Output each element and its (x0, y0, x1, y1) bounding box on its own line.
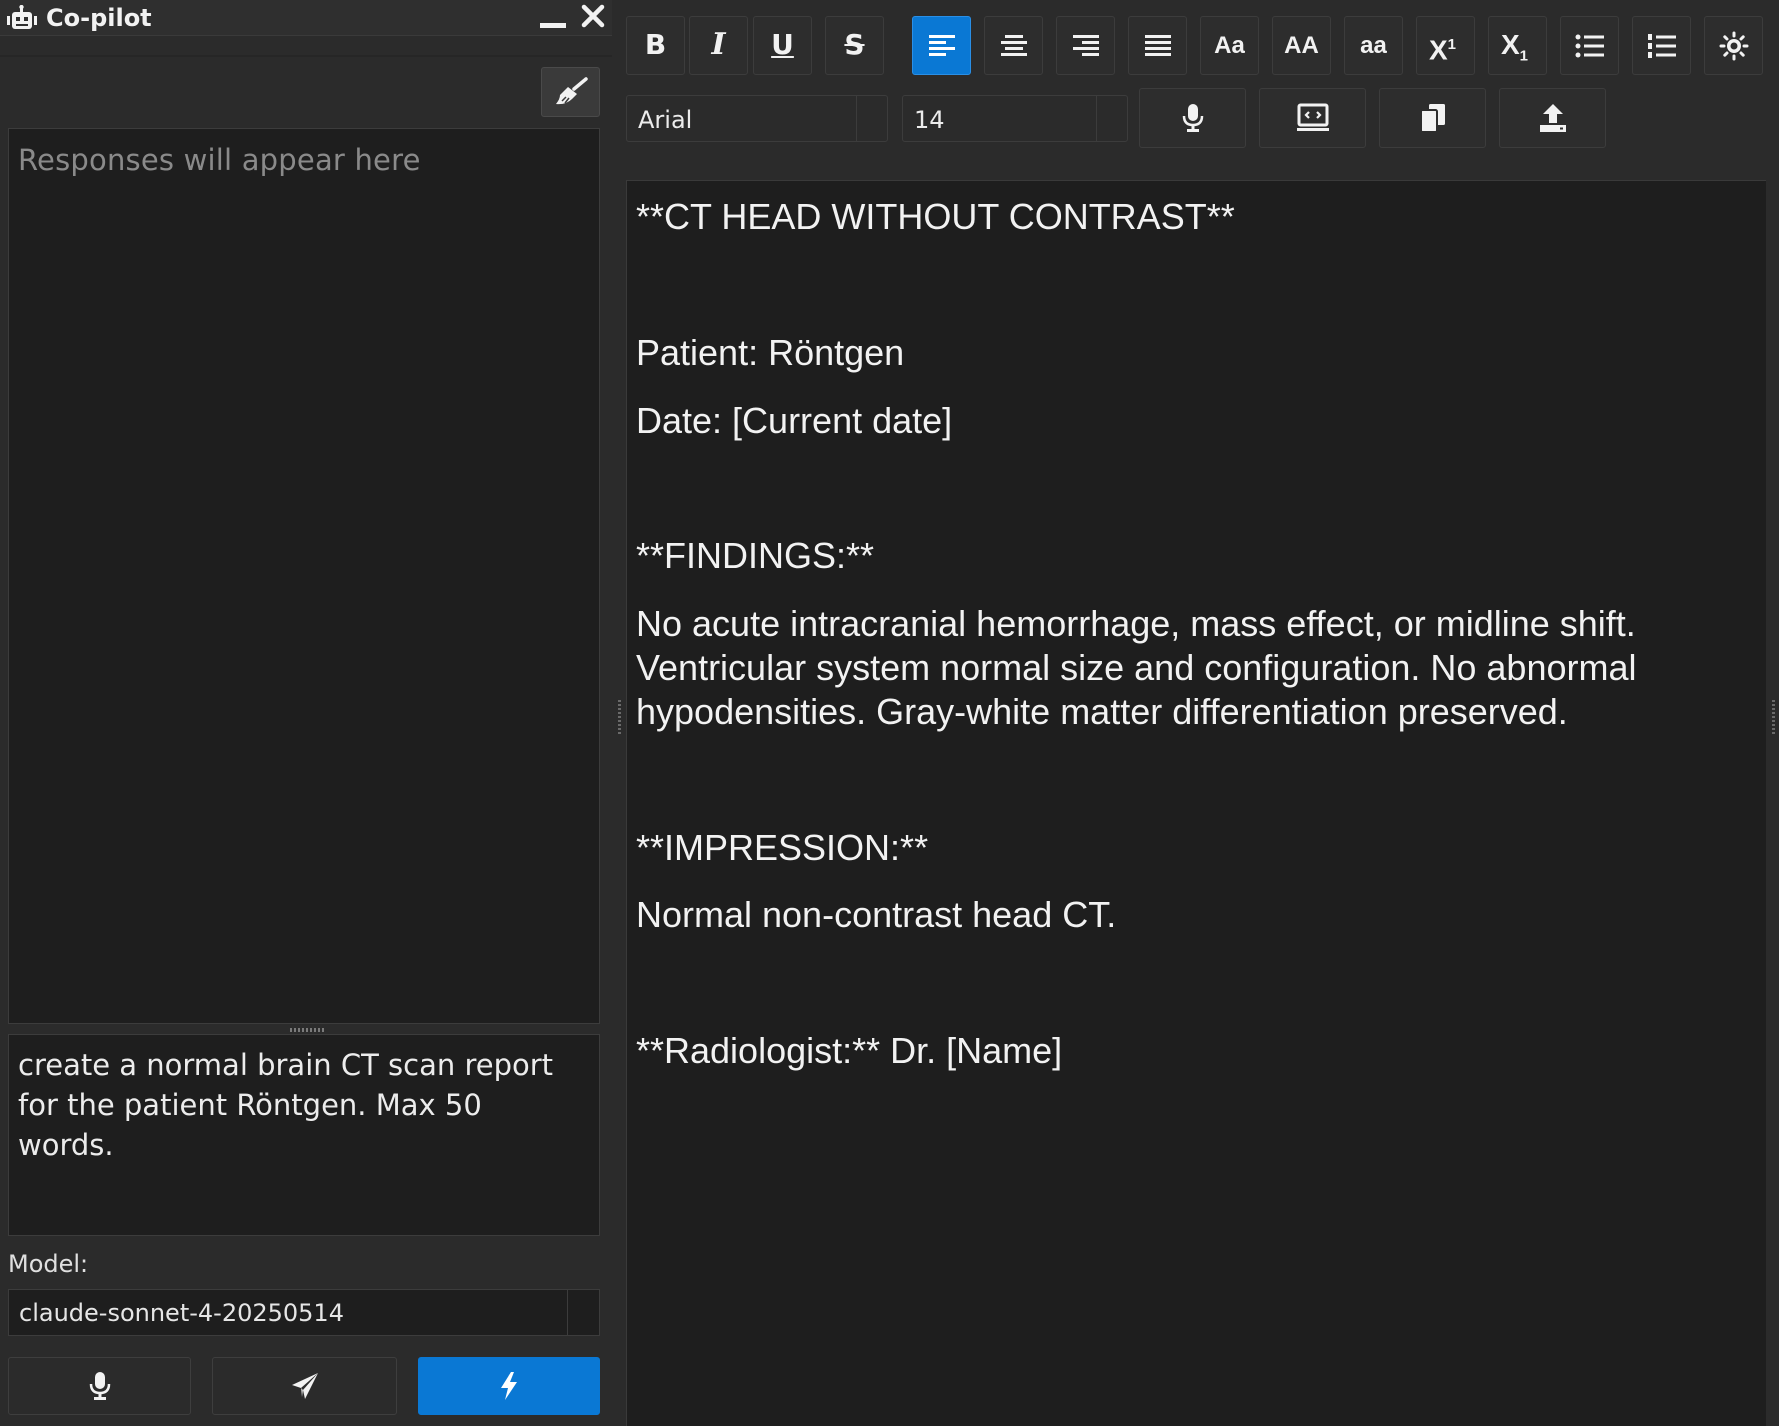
document-editor[interactable]: **CT HEAD WITHOUT CONTRAST** Patient: Rö… (626, 180, 1766, 1426)
sentence-case-label: Aa (1214, 32, 1245, 59)
screen-capture-button[interactable] (1259, 88, 1366, 148)
copilot-titlebar: Co-pilot (0, 0, 612, 36)
dropdown-divider (567, 1290, 568, 1335)
bold-button[interactable]: B (626, 16, 685, 75)
microphone-icon (1182, 104, 1203, 132)
lowercase-label: aa (1360, 32, 1387, 59)
strikethrough-button[interactable]: S (825, 16, 884, 75)
clear-responses-button[interactable] (541, 67, 600, 117)
align-right-icon (1072, 34, 1099, 56)
send-icon (291, 1373, 318, 1399)
copy-icon (1419, 104, 1445, 133)
date-line: Date: [Current date] (636, 400, 953, 441)
subscript-base: X (1500, 29, 1520, 60)
superscript-button[interactable]: X1 (1416, 16, 1475, 75)
response-area[interactable]: Responses will appear here (8, 128, 600, 1024)
copy-button[interactable] (1379, 88, 1486, 148)
broom-icon (556, 77, 588, 105)
radiologist-line: **Radiologist:** Dr. [Name] (636, 1030, 1063, 1071)
editor-area: B I U S Aa AA aa X1 X1 Arial 14 **CT HEA… (626, 0, 1779, 1426)
copilot-title: Co-pilot (46, 4, 152, 32)
prompt-input[interactable]: create a normal brain CT scan report for… (8, 1034, 600, 1236)
lightning-icon (501, 1372, 517, 1400)
editor-resize-grip[interactable] (1772, 700, 1775, 734)
subscript-digit: 1 (1519, 47, 1529, 65)
send-button[interactable] (212, 1357, 397, 1415)
model-value: claude-sonnet-4-20250514 (19, 1299, 344, 1327)
copilot-panel: Co-pilot Responses will appear here crea… (0, 0, 612, 1426)
font-size-value: 14 (914, 106, 945, 134)
align-left-icon (928, 34, 955, 56)
resize-handle[interactable] (290, 1028, 326, 1032)
align-center-icon (1000, 34, 1027, 56)
findings-text: No acute intracranial hemorrhage, mass e… (636, 603, 1637, 732)
model-select[interactable]: claude-sonnet-4-20250514 (8, 1289, 600, 1336)
numbered-list-icon (1647, 33, 1676, 58)
report-heading: **CT HEAD WITHOUT CONTRAST** (636, 196, 1235, 237)
minimize-icon[interactable] (538, 10, 568, 30)
superscript-label: X1 (1411, 30, 1474, 65)
uppercase-button[interactable]: AA (1272, 16, 1331, 75)
quick-action-button[interactable] (418, 1357, 600, 1415)
italic-label: I (711, 27, 726, 62)
align-right-button[interactable] (1056, 16, 1115, 75)
dropdown-divider (856, 96, 857, 141)
dropdown-divider (1096, 96, 1097, 141)
font-family-value: Arial (638, 106, 693, 134)
panel-splitter[interactable] (612, 0, 626, 1426)
bold-label: B (644, 28, 667, 61)
superscript-base: X (1428, 34, 1448, 66)
impression-text: Normal non-contrast head CT. (636, 894, 1117, 935)
lowercase-button[interactable]: aa (1344, 16, 1403, 75)
bullet-list-button[interactable] (1560, 16, 1619, 75)
upload-icon (1539, 104, 1566, 132)
findings-heading: **FINDINGS:** (636, 535, 875, 576)
splitter-grip (618, 700, 621, 734)
close-icon[interactable] (580, 2, 606, 30)
align-left-button[interactable] (912, 16, 971, 75)
underline-button[interactable]: U (753, 16, 812, 75)
subscript-label: X1 (1483, 30, 1546, 72)
response-placeholder: Responses will appear here (18, 143, 421, 177)
bullet-list-icon (1575, 34, 1604, 57)
dictate-button[interactable] (1139, 88, 1246, 148)
patient-line: Patient: Röntgen (636, 332, 905, 373)
theme-toggle-button[interactable] (1704, 16, 1763, 75)
align-justify-icon (1144, 34, 1171, 56)
prompt-text[interactable]: create a normal brain CT scan report for… (18, 1045, 578, 1165)
align-justify-button[interactable] (1128, 16, 1187, 75)
italic-button[interactable]: I (689, 16, 748, 75)
align-center-button[interactable] (984, 16, 1043, 75)
model-label: Model: (8, 1250, 89, 1278)
brightness-icon (1719, 31, 1748, 60)
superscript-digit: 1 (1447, 36, 1457, 53)
underline-label: U (771, 28, 794, 61)
strikethrough-label: S (844, 28, 865, 61)
font-family-select[interactable]: Arial (626, 95, 888, 142)
divider (0, 55, 612, 57)
subscript-button[interactable]: X1 (1488, 16, 1547, 75)
numbered-list-button[interactable] (1632, 16, 1691, 75)
robot-icon (4, 4, 38, 31)
font-size-select[interactable]: 14 (902, 95, 1128, 142)
uppercase-label: AA (1284, 32, 1319, 59)
screen-icon (1296, 103, 1329, 131)
upload-button[interactable] (1499, 88, 1606, 148)
impression-heading: **IMPRESSION:** (636, 827, 929, 868)
microphone-icon (89, 1372, 110, 1400)
sentence-case-button[interactable]: Aa (1200, 16, 1259, 75)
voice-input-button[interactable] (8, 1357, 191, 1415)
